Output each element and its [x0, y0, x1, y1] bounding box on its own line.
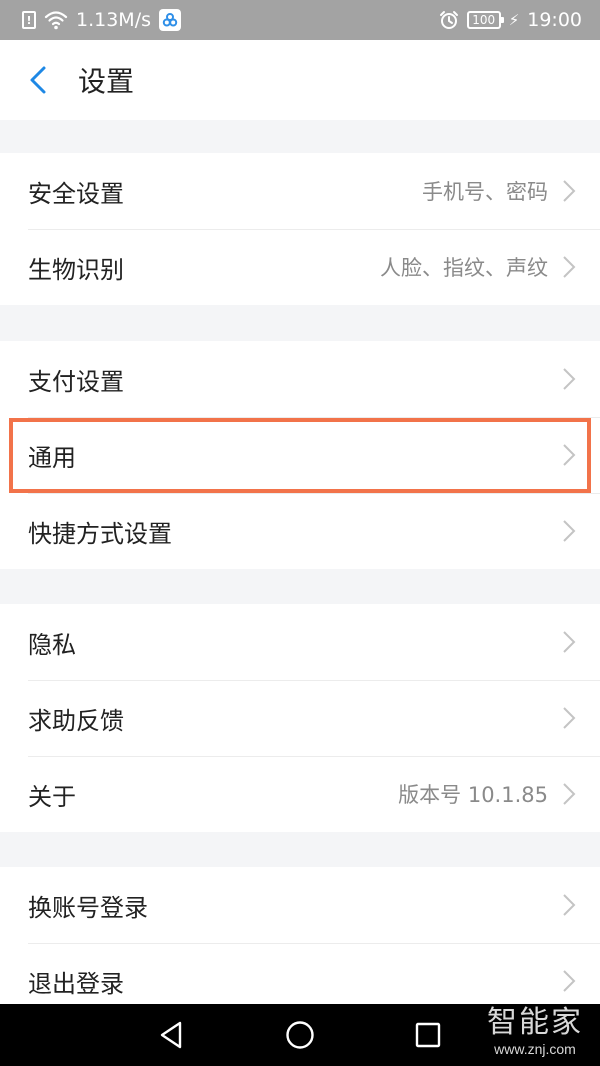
chevron-right-icon — [563, 444, 576, 466]
app-header: 设置 — [0, 40, 600, 120]
status-bar-right: 100 ⚡ 19:00 — [439, 9, 582, 31]
chevron-right-icon — [563, 631, 576, 653]
battery-level: 100 — [472, 13, 496, 27]
settings-item-about[interactable]: 关于 版本号 10.1.85 — [0, 756, 600, 832]
item-label: 支付设置 — [28, 367, 124, 396]
watermark-brand: 智能家 — [487, 1005, 583, 1040]
item-label: 快捷方式设置 — [28, 519, 172, 548]
settings-item-shortcuts[interactable]: 快捷方式设置 — [0, 493, 600, 569]
home-circle-icon[interactable] — [284, 1019, 316, 1051]
back-triangle-icon[interactable] — [156, 1019, 188, 1051]
page-title: 设置 — [78, 65, 135, 98]
item-label: 关于 — [28, 782, 76, 811]
alert-icon: ! — [22, 11, 36, 29]
item-label: 换账号登录 — [28, 893, 148, 922]
chevron-right-icon — [563, 970, 576, 992]
wifi-icon — [44, 11, 68, 30]
chevron-right-icon — [563, 520, 576, 542]
item-label: 隐私 — [28, 630, 76, 659]
chevron-left-icon — [30, 66, 46, 94]
chevron-right-icon — [563, 894, 576, 916]
settings-group-general: 支付设置 通用 快捷方式设置 — [0, 341, 600, 569]
item-label: 生物识别 — [28, 255, 124, 284]
chevron-right-icon — [563, 368, 576, 390]
item-label: 退出登录 — [28, 969, 124, 998]
settings-group-privacy: 隐私 求助反馈 关于 版本号 10.1.85 — [0, 604, 600, 832]
settings-item-general[interactable]: 通用 — [0, 417, 600, 493]
settings-item-payment[interactable]: 支付设置 — [0, 341, 600, 417]
battery-icon: 100 — [466, 11, 504, 29]
settings-item-security[interactable]: 安全设置 手机号、密码 — [0, 153, 600, 229]
item-label: 安全设置 — [28, 179, 124, 208]
status-bar-left: ! 1.13M/s — [22, 9, 181, 31]
item-label: 求助反馈 — [28, 706, 124, 735]
watermark: 智能家 www.znj.com — [480, 1006, 590, 1064]
clock: 19:00 — [527, 9, 582, 31]
item-value: 版本号 10.1.85 — [398, 783, 548, 807]
chevron-right-icon — [563, 783, 576, 805]
chevron-right-icon — [563, 180, 576, 202]
chevron-right-icon — [563, 256, 576, 278]
item-value: 人脸、指纹、声纹 — [380, 256, 548, 280]
net-speed: 1.13M/s — [76, 9, 151, 31]
settings-item-biometrics[interactable]: 生物识别 人脸、指纹、声纹 — [0, 229, 600, 305]
settings-group-account: 换账号登录 退出登录 — [0, 867, 600, 1019]
settings-group-security: 安全设置 手机号、密码 生物识别 人脸、指纹、声纹 — [0, 153, 600, 305]
back-button[interactable] — [8, 40, 68, 120]
settings-item-privacy[interactable]: 隐私 — [0, 604, 600, 680]
status-bar: ! 1.13M/s 100 ⚡ 19:00 — [0, 0, 600, 40]
recents-square-icon[interactable] — [412, 1019, 444, 1051]
watermark-url: www.znj.com — [494, 1041, 576, 1057]
item-label: 通用 — [28, 443, 76, 472]
item-value: 手机号、密码 — [422, 180, 548, 204]
settings-item-feedback[interactable]: 求助反馈 — [0, 680, 600, 756]
charging-icon: ⚡ — [508, 11, 520, 29]
app-notification-icon — [159, 9, 181, 31]
settings-item-switch-account[interactable]: 换账号登录 — [0, 867, 600, 943]
alarm-icon — [439, 11, 458, 29]
chevron-right-icon — [563, 707, 576, 729]
